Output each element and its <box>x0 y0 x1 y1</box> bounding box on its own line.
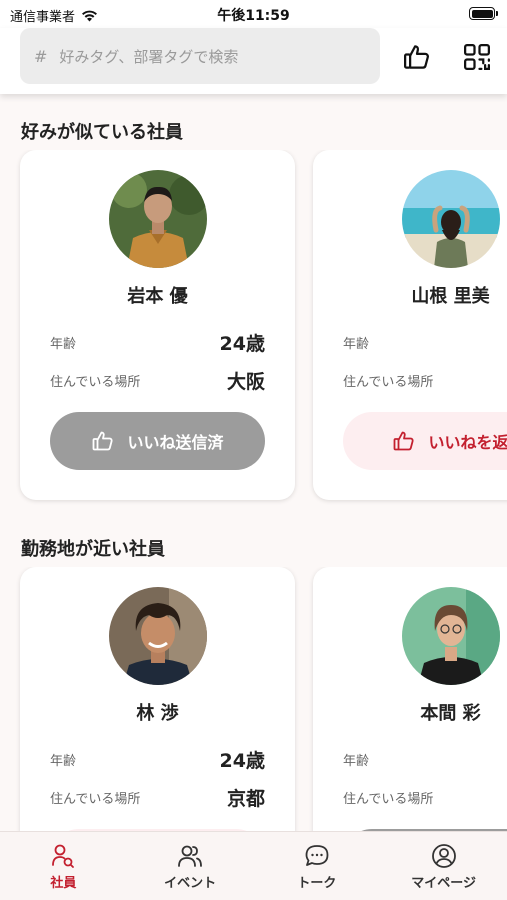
qr-code-icon <box>464 44 490 70</box>
user-circle-icon <box>431 844 456 868</box>
employee-name: 本間 彩 <box>420 703 481 724</box>
tab-mypage[interactable]: マイページ <box>380 832 507 900</box>
section-title-similar: 好みが似ている社員 <box>21 122 183 143</box>
likes-button[interactable] <box>402 42 432 72</box>
employee-card[interactable]: 山根 里美 年齢 住んでいる場所 いいねを返 <box>313 150 507 500</box>
tab-label: マイページ <box>411 876 476 891</box>
qr-code-button[interactable] <box>462 42 492 72</box>
section-title-nearby: 勤務地が近い社員 <box>21 539 165 560</box>
like-back-button[interactable]: いいねを返 <box>343 412 507 470</box>
employee-card[interactable]: 林 渉 年齢 24歳 住んでいる場所 京都 <box>20 567 295 831</box>
hashtag-icon: # <box>34 46 48 66</box>
like-sent-button[interactable]: いいね送信済 <box>50 412 265 470</box>
tab-events[interactable]: イベント <box>127 832 254 900</box>
age-label: 年齢 <box>343 754 370 769</box>
avatar <box>402 170 500 268</box>
employee-card[interactable]: 岩本 優 年齢 24歳 住んでいる場所 大阪 いいね送信済 <box>20 150 295 500</box>
location-label: 住んでいる場所 <box>343 792 434 807</box>
thumbs-up-icon <box>394 431 415 451</box>
tab-bar: 社員 イベント トーク マイページ <box>0 831 507 900</box>
chat-bubble-icon <box>305 845 329 866</box>
thumbs-up-icon <box>93 431 114 451</box>
header: # 好みタグ、部署タグで検索 <box>0 28 507 94</box>
location-value: 大阪 <box>226 371 265 393</box>
like-button-label: いいねを返 <box>428 433 507 452</box>
status-bar: 通信事業者 午後11:59 <box>0 0 507 28</box>
employee-name: 岩本 優 <box>127 286 188 307</box>
search-input[interactable]: # 好みタグ、部署タグで検索 <box>20 28 380 84</box>
age-value: 24歳 <box>219 333 265 355</box>
age-value: 24歳 <box>219 750 265 772</box>
employee-card[interactable]: 本間 彩 年齢 住んでいる場所 <box>313 567 507 831</box>
people-icon <box>178 845 203 867</box>
tab-label: イベント <box>164 876 217 891</box>
carousel-similar[interactable]: 岩本 優 年齢 24歳 住んでいる場所 大阪 いいね送信済 山根 里美 年齢 住… <box>0 150 507 510</box>
avatar <box>109 170 207 268</box>
tab-label: トーク <box>297 876 337 891</box>
search-placeholder: 好みタグ、部署タグで検索 <box>59 47 239 66</box>
employee-name: 林 渉 <box>136 703 179 724</box>
thumbs-up-icon <box>404 45 429 69</box>
tab-talk[interactable]: トーク <box>254 832 381 900</box>
location-label: 住んでいる場所 <box>343 375 434 390</box>
age-label: 年齢 <box>50 754 77 769</box>
tab-employees[interactable]: 社員 <box>0 832 127 900</box>
clock: 午後11:59 <box>217 8 290 24</box>
avatar <box>109 587 207 685</box>
avatar <box>402 587 500 685</box>
employee-search-icon <box>52 844 75 868</box>
carousel-nearby[interactable]: 林 渉 年齢 24歳 住んでいる場所 京都 本間 彩 年齢 住んでいる場所 <box>0 567 507 831</box>
age-label: 年齢 <box>50 337 77 352</box>
location-value: 京都 <box>226 788 265 810</box>
employee-name: 山根 里美 <box>411 286 490 307</box>
like-button-label: いいね送信済 <box>127 433 224 452</box>
battery-icon <box>469 7 498 20</box>
age-label: 年齢 <box>343 337 370 352</box>
location-label: 住んでいる場所 <box>50 375 141 390</box>
tab-label: 社員 <box>50 876 77 891</box>
location-label: 住んでいる場所 <box>50 792 141 807</box>
